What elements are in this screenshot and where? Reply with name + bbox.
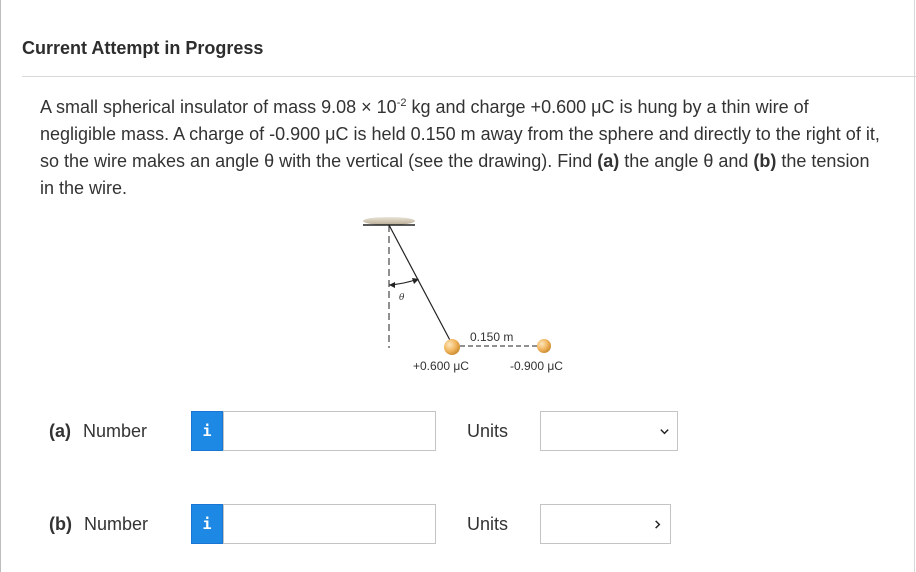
answer-a-label: (a) Number (49, 421, 147, 442)
answer-b-number-label: Number (83, 514, 149, 534)
arc-arrowhead-right (412, 278, 419, 284)
part-a-marker: (a) (597, 151, 620, 171)
sphere-left (444, 339, 460, 355)
arc-arrowhead-left (389, 282, 395, 288)
units-select-a[interactable] (540, 411, 678, 451)
sphere-right (537, 339, 551, 353)
charge-right-label: -0.900 μC (510, 359, 563, 373)
divider (22, 76, 916, 77)
wire (388, 224, 453, 345)
answer-row-b: (b) Number i Units (0, 504, 916, 546)
units-label-a: Units (467, 421, 509, 441)
answer-a-part: (a) (49, 421, 71, 441)
chevron-right-icon (655, 520, 661, 529)
info-button-a[interactable]: i (191, 411, 223, 451)
distance-label: 0.150 m (470, 330, 513, 344)
answer-row-a: (a) Number i Units (0, 411, 916, 453)
number-input-a[interactable] (223, 411, 436, 451)
pendulum-diagram: θ 0.150 m +0.600 μC -0.900 μC (363, 217, 563, 373)
info-button-b[interactable]: i (191, 504, 223, 544)
mass-exponent: -2 (396, 97, 407, 109)
number-input-b[interactable] (223, 504, 436, 544)
page-title: Current Attempt in Progress (22, 38, 264, 58)
answer-b-label: (b) Number (49, 514, 148, 535)
question-part-1: A small spherical insulator of mass 9.08… (40, 97, 397, 117)
ceiling-support (363, 217, 415, 225)
charge-left-label: +0.600 μC (413, 359, 469, 373)
units-select-b[interactable] (540, 504, 671, 544)
question-text: A small spherical insulator of mass 9.08… (40, 90, 880, 202)
chevron-down-icon (660, 429, 669, 435)
part-b-marker: (b) (753, 151, 777, 171)
answer-a-number-label: Number (83, 421, 148, 441)
answer-b-part: (b) (49, 514, 72, 534)
question-part-3: the angle θ and (619, 151, 754, 171)
theta-label: θ (399, 293, 405, 303)
units-label-b: Units (467, 514, 509, 534)
